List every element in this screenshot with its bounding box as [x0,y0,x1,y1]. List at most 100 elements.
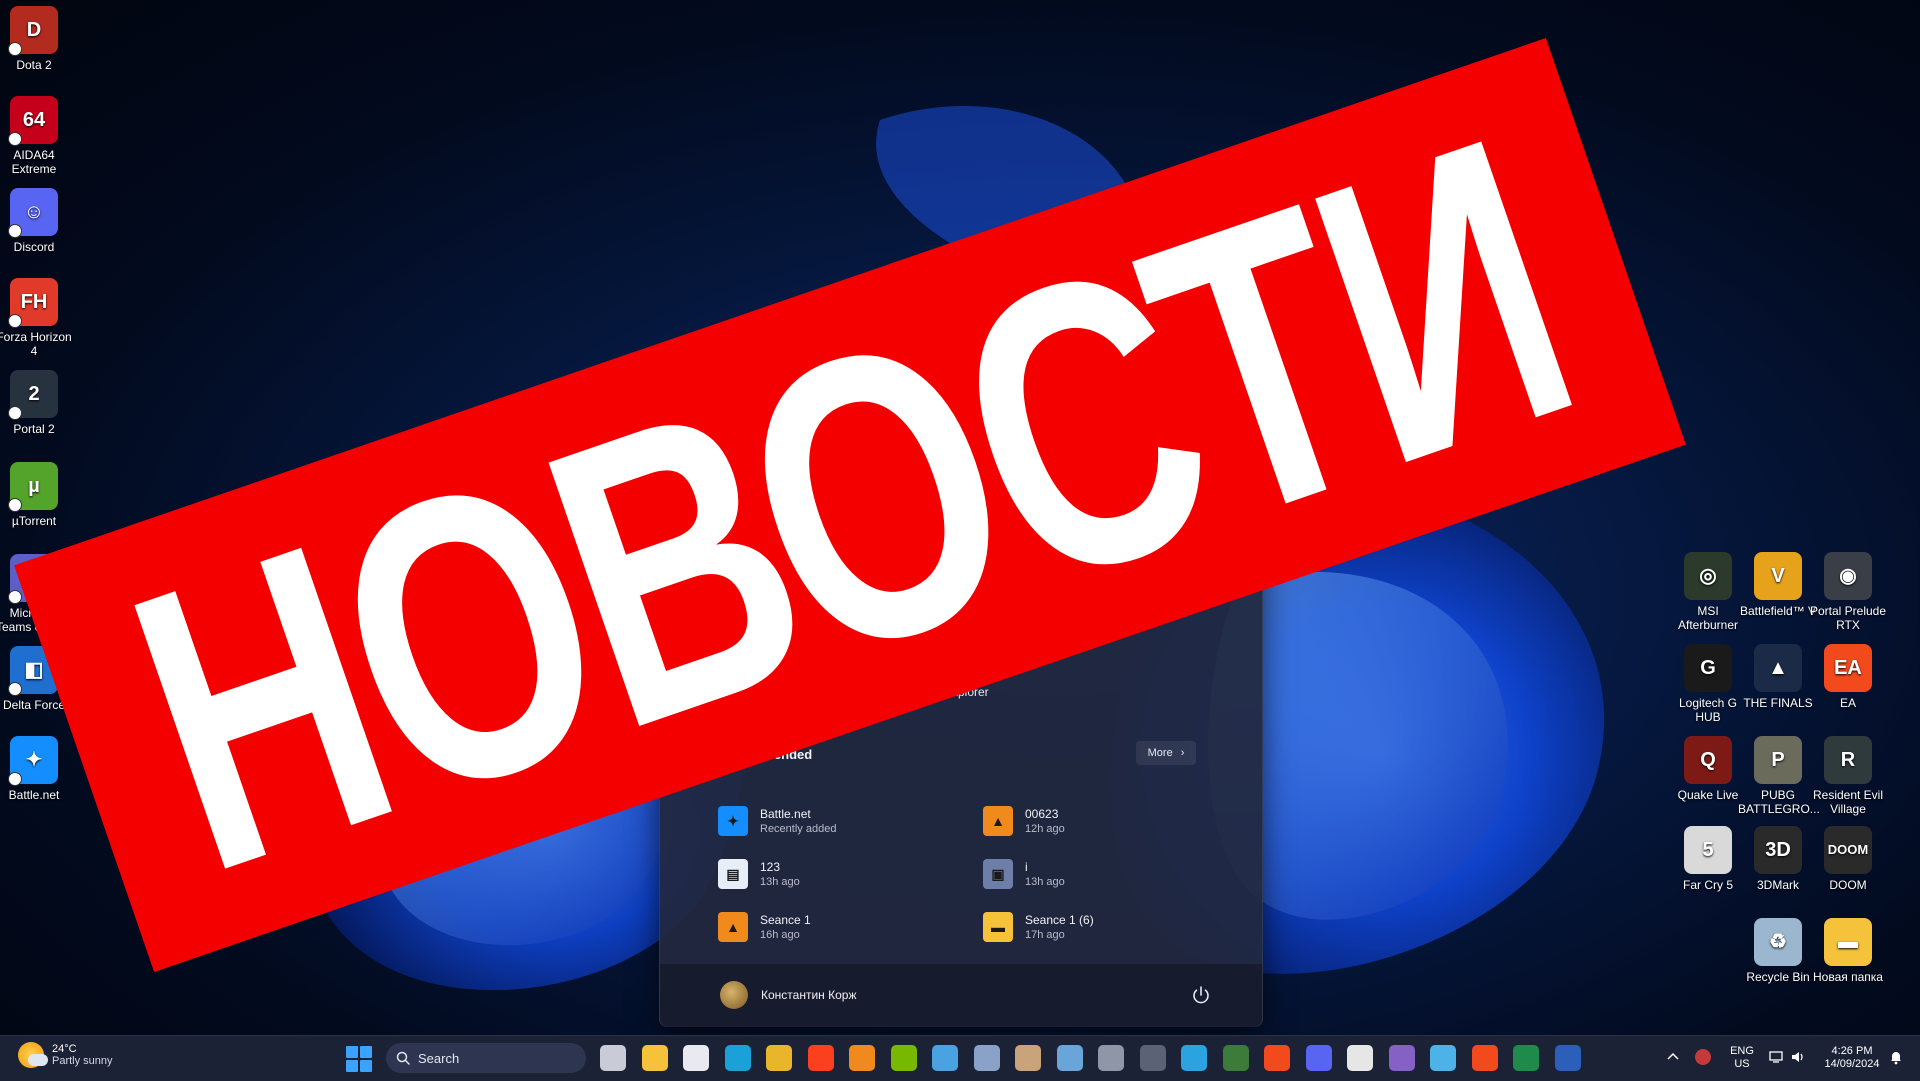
tray-app-icon[interactable] [1695,1049,1711,1065]
word-icon[interactable] [1554,1045,1581,1071]
desktop-icon-pubg-battlegro[interactable]: P PUBG BATTLEGRO... [1738,736,1820,816]
desktop-icon-msi-afterburner[interactable]: ◎ MSI Afterburner [1668,552,1748,632]
task-view-icon[interactable] [600,1045,626,1071]
discord-icon: ☺ [8,188,58,238]
language-indicator[interactable]: ENG US [1722,1045,1762,1071]
folder-icon [939,647,971,679]
desktop-icon-label: Battlefield™ V [1739,604,1817,618]
desktop-icon-delta-force[interactable]: ◧ Delta Force [0,646,74,712]
logitech-ghub-icon[interactable] [1347,1045,1373,1071]
pinned-calculator-label: Calculator [918,607,974,621]
desktop-icon-discord[interactable]: ☺ Discord [0,188,74,254]
desktop-icon-portal-prelude-rtx[interactable]: ◉ Portal Prelude RTX [1808,552,1888,632]
photos-icon[interactable] [973,1045,1000,1071]
pinned-clock[interactable]: Clock [985,569,1085,621]
discord-icon[interactable] [1305,1045,1332,1071]
taskbar-search[interactable]: Search [386,1043,586,1073]
network-icon[interactable] [1768,1049,1784,1065]
telegram-icon[interactable] [1181,1045,1207,1071]
recommended-item[interactable]: ▲ Seance 1 16h ago [718,905,978,949]
desktop-icon-microsoft-teams-class[interactable]: T Microsoft Teams class... [0,554,74,634]
новая-папка-icon: ▬ [1824,918,1872,966]
start-button[interactable] [346,1046,372,1072]
desktop-icon-label: Resident Evil Village [1812,788,1884,816]
desktop-icon-aida64-extreme[interactable]: 64 AIDA64 Extreme [0,96,74,176]
desktop-icon-logitech-g-hub[interactable]: G Logitech G HUB [1668,644,1748,724]
resident-evil-village-icon: R [1824,736,1872,784]
ms-store-icon[interactable] [683,1045,709,1071]
windows-logo-tile [360,1060,372,1072]
msi-afterburner-icon[interactable] [1222,1045,1249,1071]
recommended-item[interactable]: ▤ 123 13h ago [718,852,978,896]
3dmark-icon: 3D [1754,826,1802,874]
shortcut-badge-icon [8,590,22,604]
search-label: Search [418,1050,460,1066]
desktop-icon-forza-horizon-4[interactable]: FH Forza Horizon 4 [0,278,74,358]
file-explorer-icon[interactable] [641,1045,668,1071]
chrome-icon[interactable] [766,1045,792,1071]
excel-icon[interactable] [1513,1045,1539,1071]
pinned-calculator[interactable]: Calculator [896,569,996,621]
00623-icon: ▲ [983,806,1013,836]
recommended-item[interactable]: ▲ 00623 12h ago [983,799,1243,843]
desktop-icon-recycle-bin[interactable]: ♻ Recycle Bin [1738,918,1818,984]
desktop-icon-torrent[interactable]: µ µTorrent [0,462,74,528]
settings-icon[interactable] [1098,1045,1124,1071]
pinned-snipping-tool[interactable]: Snipping Tool [815,647,915,699]
ea-app-icon[interactable] [1264,1045,1290,1071]
more-button[interactable]: More › [1136,741,1196,765]
user-name[interactable]: Константин Корж [761,988,856,1002]
language-top: ENG [1730,1045,1754,1057]
weather-widget[interactable]: 24°C Partly sunny [18,1042,113,1068]
app-cube-icon[interactable] [1430,1045,1456,1071]
steam-icon[interactable] [1056,1045,1083,1071]
desktop-icon-ea[interactable]: EA EA [1808,644,1888,710]
123-icon: ▤ [718,859,748,889]
avatar[interactable] [720,981,748,1009]
desktop-icon-battle-net[interactable]: ✦ Battle.net [0,736,74,802]
delta-force-icon: ◧ [8,646,58,696]
paint-icon[interactable] [1015,1045,1041,1071]
visual-studio-icon[interactable] [1388,1045,1415,1071]
recycle-bin-icon: ♻ [1754,918,1802,966]
desktop-icon-battlefield-v[interactable]: V Battlefield™ V [1738,552,1818,618]
desktop-icon-portal-2[interactable]: 2 Portal 2 [0,370,74,436]
desktop-icon-doom[interactable]: DOOM DOOM [1808,826,1888,892]
ea-icon[interactable] [1471,1045,1498,1071]
desktop-icon-far-cry-5[interactable]: 5 Far Cry 5 [1668,826,1748,892]
desktop-icon-resident-evil-village[interactable]: R Resident Evil Village [1808,736,1888,816]
pinned-paint[interactable]: aint [659,647,759,699]
pinned-file-explorer-label: File Explorer [921,685,989,699]
volume-icon[interactable] [1790,1049,1806,1065]
yandex-icon[interactable] [807,1045,834,1071]
shortcut-badge-icon [8,682,22,696]
scissors-icon [849,647,881,679]
desktop-icon-3dmark[interactable]: 3D 3DMark [1738,826,1818,892]
notepad-icon[interactable] [932,1045,958,1071]
recommended-item-name: 123 [760,860,781,874]
calculator-icon [930,569,962,601]
the-finals-icon: ▲ [1754,644,1802,692]
vlc-icon[interactable] [849,1045,875,1071]
notification-bell-icon[interactable] [1888,1049,1904,1065]
desktop-icon-label: Logitech G HUB [1678,696,1738,724]
power-icon[interactable] [1190,984,1212,1006]
clock-widget[interactable]: 4:26 PM 14/09/2024 [1812,1045,1892,1071]
chevron-up-icon[interactable] [1665,1049,1681,1065]
paint-icon [693,647,725,679]
desktop-icon-quake-live[interactable]: Q Quake Live [1668,736,1748,802]
recommended-item[interactable]: ▬ Seance 1 (6) 17h ago [983,905,1243,949]
desktop-icon-новая-папка[interactable]: ▬ Новая папка [1808,918,1888,984]
edge-icon[interactable] [724,1045,751,1071]
desktop-icon-label: Portal 2 [13,422,55,436]
desktop-icon-the-finals[interactable]: ▲ THE FINALS [1738,644,1818,710]
nvidia-icon[interactable] [890,1045,917,1071]
calculator-icon[interactable] [1139,1045,1166,1071]
desktop-icon-dota-2[interactable]: D Dota 2 [0,6,74,72]
windows-logo-tile [346,1060,358,1072]
recommended-item[interactable]: ✦ Battle.net Recently added [718,799,978,843]
desktop-icon-label: µTorrent [11,514,57,528]
recommended-item[interactable]: ▣ i 13h ago [983,852,1243,896]
pinned-file-explorer[interactable]: File Explorer [905,647,1005,699]
chevron-right-icon: › [1180,747,1185,759]
